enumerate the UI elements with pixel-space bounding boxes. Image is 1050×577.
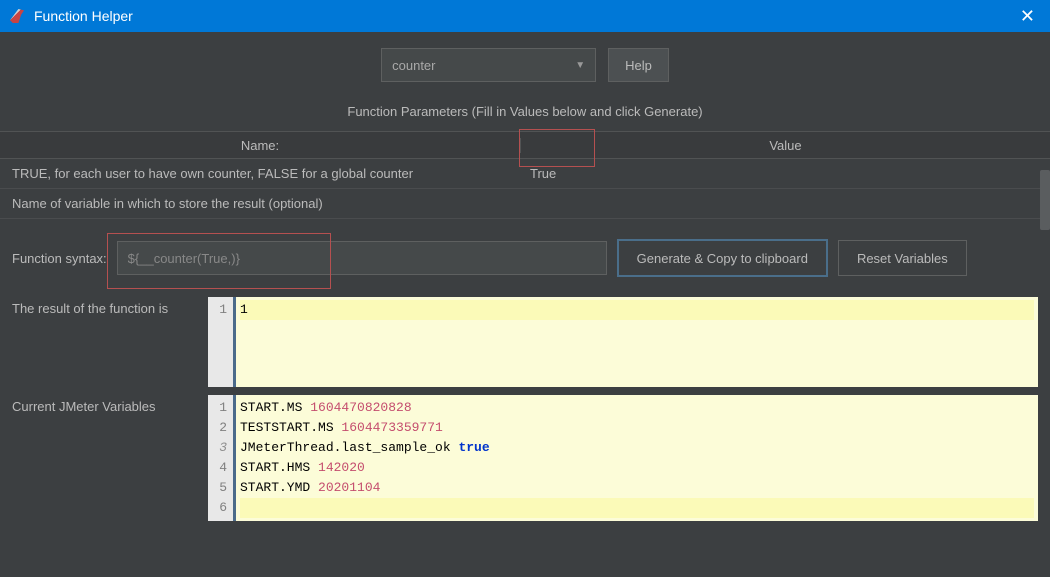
- content-area: counter ▼ Help Function Parameters (Fill…: [0, 32, 1050, 577]
- col-value-header: Value: [520, 138, 1050, 153]
- result-label: The result of the function is: [12, 297, 208, 387]
- param-value-input[interactable]: [530, 190, 1040, 218]
- generate-button[interactable]: Generate & Copy to clipboard: [617, 239, 828, 277]
- result-code-area: 1 1: [208, 297, 1038, 387]
- close-icon[interactable]: ✕: [1015, 6, 1040, 27]
- params-heading: Function Parameters (Fill in Values belo…: [0, 98, 1050, 131]
- param-name: TRUE, for each user to have own counter,…: [0, 166, 520, 181]
- param-value-cell: [520, 160, 1050, 188]
- syntax-label: Function syntax:: [12, 251, 107, 266]
- param-name: Name of variable in which to store the r…: [0, 196, 520, 211]
- function-select-value: counter: [392, 58, 575, 73]
- vars-block: Current JMeter Variables 123456 START.MS…: [0, 395, 1050, 529]
- gutter: 1: [208, 297, 236, 387]
- function-select[interactable]: counter ▼: [381, 48, 596, 82]
- titlebar: Function Helper ✕: [0, 0, 1050, 32]
- param-value-input[interactable]: [530, 160, 1040, 188]
- syntax-row: Function syntax: Generate & Copy to clip…: [0, 219, 1050, 297]
- vars-output[interactable]: START.MS 1604470820828TESTSTART.MS 16044…: [236, 395, 1038, 521]
- reset-button[interactable]: Reset Variables: [838, 240, 967, 276]
- result-block: The result of the function is 1 1: [0, 297, 1050, 395]
- table-row: Name of variable in which to store the r…: [0, 189, 1050, 219]
- syntax-input[interactable]: [117, 241, 607, 275]
- col-name-header: Name:: [0, 138, 520, 153]
- jmeter-feather-icon: [10, 9, 24, 23]
- window-title: Function Helper: [34, 8, 133, 24]
- help-button[interactable]: Help: [608, 48, 669, 82]
- result-output[interactable]: 1: [236, 297, 1038, 387]
- top-controls: counter ▼ Help: [0, 32, 1050, 98]
- table-row: TRUE, for each user to have own counter,…: [0, 159, 1050, 189]
- param-header: Name: Value: [0, 131, 1050, 159]
- gutter: 123456: [208, 395, 236, 521]
- vars-label: Current JMeter Variables: [12, 395, 208, 521]
- chevron-down-icon: ▼: [575, 60, 585, 71]
- vars-code-area: 123456 START.MS 1604470820828TESTSTART.M…: [208, 395, 1038, 521]
- param-table: Name: Value TRUE, for each user to have …: [0, 131, 1050, 219]
- param-value-cell: [520, 190, 1050, 218]
